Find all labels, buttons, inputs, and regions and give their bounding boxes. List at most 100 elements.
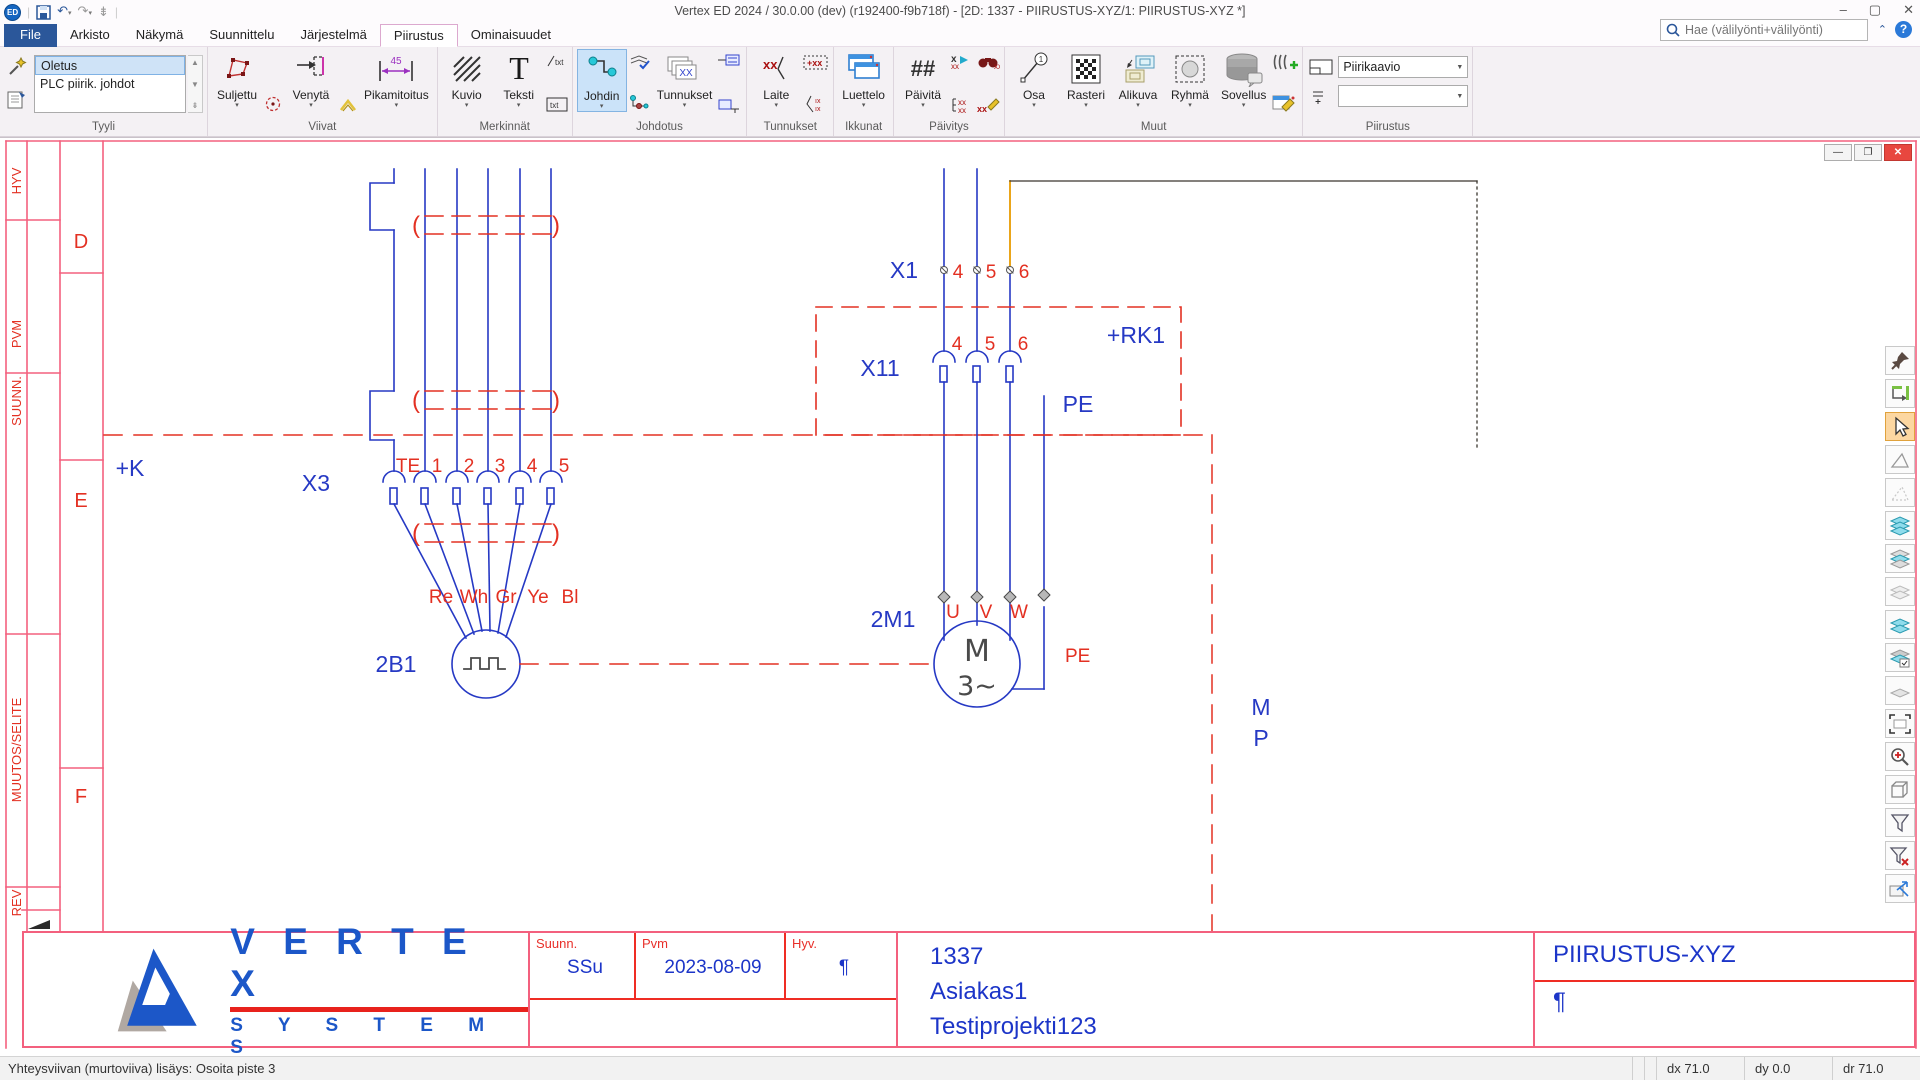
save-icon[interactable] — [36, 5, 51, 20]
tab-suunnittelu[interactable]: Suunnittelu — [196, 24, 287, 47]
svg-text:M: M — [964, 634, 990, 669]
svg-text:3: 3 — [495, 456, 506, 477]
search-input[interactable] — [1685, 23, 1855, 37]
find-binoculars-icon[interactable]: xx — [976, 53, 1000, 69]
title-block: V E R T E X S Y S T E M S Suunn. SSu Pvm… — [22, 931, 1916, 1048]
macro-add-icon[interactable] — [1272, 53, 1298, 73]
device-area-icon[interactable]: +xx — [803, 53, 829, 71]
triangle-ghost-tool[interactable] — [1885, 478, 1915, 507]
svg-text:W: W — [1010, 602, 1028, 623]
help-icon[interactable]: ? — [1895, 21, 1912, 38]
stretch-icon — [294, 53, 328, 85]
svg-text:(: ( — [412, 520, 420, 547]
tab-jarjestelma[interactable]: Järjestelmä — [287, 24, 379, 47]
suljettu-button[interactable]: Suljettu▾ — [212, 49, 262, 110]
layers-off-tool[interactable] — [1885, 577, 1915, 606]
circle-tool-icon[interactable] — [264, 95, 282, 113]
alikuva-button[interactable]: Alikuva▾ — [1113, 49, 1163, 110]
app-edit-icon[interactable] — [1272, 93, 1298, 113]
layers-two-tool[interactable] — [1885, 610, 1915, 639]
ryhma-button[interactable]: Ryhmä▾ — [1165, 49, 1215, 110]
tag-on-wire-icon[interactable] — [718, 53, 742, 67]
tab-ominaisuudet[interactable]: Ominaisuudet — [458, 24, 564, 47]
svg-text:REV: REV — [9, 889, 24, 916]
device-switch-icon[interactable]: ıxıx — [803, 95, 829, 113]
ribbon-group-merkinnat: Kuvio▾ T Teksti▾ txt txt Merkinnät — [438, 47, 573, 136]
layers-all-tool[interactable] — [1885, 511, 1915, 540]
svg-text:PVM: PVM — [9, 320, 24, 348]
line-style-list[interactable]: Oletus PLC piirik. johdot — [34, 55, 186, 113]
project-number: 1337 — [930, 943, 1533, 971]
layers-mixed-tool[interactable] — [1885, 544, 1915, 573]
sovellus-button[interactable]: Sovellus▾ — [1217, 49, 1270, 110]
doc-minimize-button[interactable]: — — [1824, 144, 1852, 161]
text-leader-icon[interactable]: txt — [546, 53, 568, 69]
laite-button[interactable]: xx Laite▾ — [751, 49, 801, 110]
johdin-button[interactable]: Johdin▾ — [577, 49, 627, 112]
edit-pencil-icon[interactable]: xx — [976, 97, 1000, 113]
svg-text:2B1: 2B1 — [376, 651, 417, 677]
select-cursor-tool[interactable] — [1885, 412, 1915, 441]
layers-checkbox-tool[interactable] — [1885, 643, 1915, 672]
pikamitoitus-button[interactable]: 45 Pikamitoitus▾ — [360, 49, 433, 110]
layer-single-tool[interactable] — [1885, 676, 1915, 705]
swap-windows-tool[interactable] — [1885, 874, 1915, 903]
filter-clear-tool[interactable] — [1885, 841, 1915, 870]
tab-file[interactable]: File — [4, 24, 57, 47]
venyta-button[interactable]: Venytä▾ — [286, 49, 336, 110]
tunnukset-button[interactable]: XX Tunnukset▾ — [653, 49, 717, 110]
pin-tool[interactable] — [1885, 346, 1915, 375]
svg-text:5: 5 — [985, 334, 996, 355]
triangle-tool[interactable] — [1885, 445, 1915, 474]
svg-text:6: 6 — [1018, 334, 1029, 355]
tab-arkisto[interactable]: Arkisto — [57, 24, 123, 47]
svg-text:PE: PE — [1063, 391, 1094, 417]
search-icon — [1666, 23, 1680, 37]
drawing-type-select[interactable]: Piirikaavio▼ — [1338, 56, 1468, 78]
schematic-drawing[interactable]: HYV PVM SUUNN. MUUTOS/SELITE REV D E F — [0, 138, 1920, 1057]
wire-bundle[interactable] — [370, 169, 562, 698]
list-item[interactable]: Oletus — [35, 56, 185, 75]
kuvio-button[interactable]: Kuvio▾ — [442, 49, 492, 110]
rasteri-button[interactable]: Rasteri▾ — [1061, 49, 1111, 110]
solid-box-tool[interactable] — [1885, 775, 1915, 804]
component-labels[interactable]: X1 +RK1 X11 PE X3 +K 2B1 2M1 M P — [116, 257, 1271, 751]
tab-nakyma[interactable]: Näkymä — [123, 24, 197, 47]
style-properties-icon[interactable] — [6, 89, 28, 111]
collapse-ribbon-icon[interactable]: ⌃ — [1878, 23, 1887, 36]
redo-icon[interactable]: ↷▾ — [78, 2, 92, 23]
zoom-extents-tool[interactable] — [1885, 709, 1915, 738]
wire-check-icon[interactable] — [629, 53, 651, 71]
tag-corner-icon[interactable] — [718, 99, 742, 113]
minimize-button[interactable]: – — [1840, 2, 1847, 18]
teksti-button[interactable]: T Teksti▾ — [494, 49, 544, 110]
maximize-button[interactable]: ▢ — [1869, 2, 1881, 18]
paivita-button[interactable]: ## Päivitä▾ — [898, 49, 948, 110]
close-button[interactable]: ✕ — [1903, 2, 1914, 18]
doc-restore-button[interactable]: ❐ — [1854, 144, 1882, 161]
osa-button[interactable]: 1 Osa▾ — [1009, 49, 1059, 110]
renumber-list-icon[interactable]: xxxx — [950, 97, 974, 113]
style-wand-icon[interactable] — [6, 55, 28, 77]
search-box[interactable] — [1660, 19, 1868, 41]
motor-circuit-wires[interactable] — [933, 169, 1044, 707]
rename-arrow-icon[interactable]: xxx — [950, 53, 974, 69]
filter-tool[interactable] — [1885, 808, 1915, 837]
zoom-in-tool[interactable] — [1885, 742, 1915, 771]
rotate-view-tool[interactable] — [1885, 379, 1915, 408]
doc-close-button[interactable]: ✕ — [1884, 144, 1912, 161]
luettelo-button[interactable]: Luettelo▾ — [838, 49, 889, 110]
text-box-icon[interactable]: txt — [546, 97, 568, 113]
scale-select[interactable]: ▼ — [1338, 85, 1468, 107]
row-letters: D E F — [74, 231, 88, 808]
tab-piirustus[interactable]: Piirustus — [380, 24, 458, 47]
list-item[interactable]: PLC piirik. johdot — [35, 75, 185, 94]
drawing-canvas[interactable]: — ❐ ✕ — [0, 137, 1920, 1056]
wire-node-icon[interactable] — [629, 95, 651, 113]
app-icon[interactable] — [4, 4, 21, 21]
svg-text:): ) — [552, 387, 560, 414]
customize-qat-icon[interactable]: ⇟ — [98, 3, 109, 21]
chevron-vertex-icon[interactable] — [338, 97, 358, 113]
list-scrollbar[interactable]: ▲▼⇟ — [188, 55, 203, 113]
undo-icon[interactable]: ↶▾ — [57, 2, 71, 23]
